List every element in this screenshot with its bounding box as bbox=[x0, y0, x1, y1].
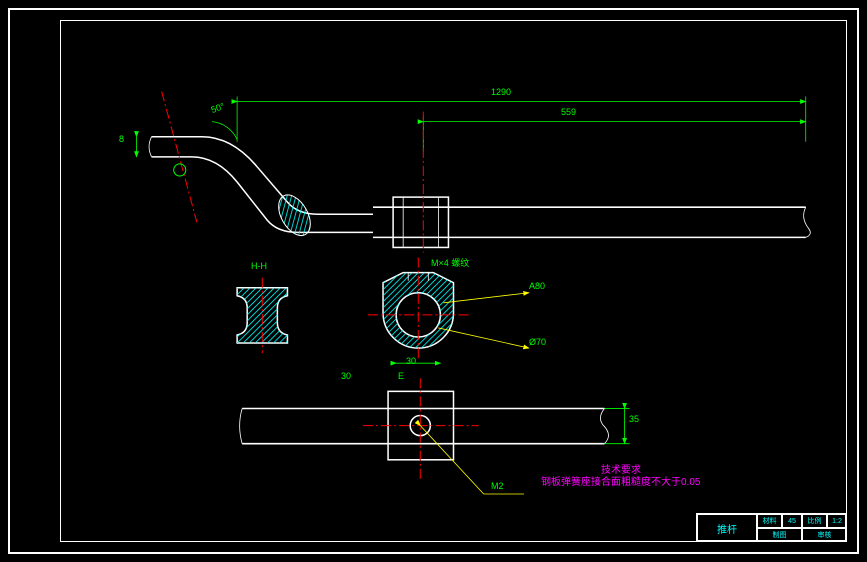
cad-drawing bbox=[61, 21, 846, 524]
dim-bottom-w: 35 bbox=[629, 414, 639, 424]
tb-mat-label: 材料 bbox=[757, 514, 782, 528]
dim-overall: 1290 bbox=[491, 87, 511, 97]
dim-sub: 559 bbox=[561, 107, 576, 117]
tb-scale: 1:2 bbox=[827, 514, 847, 528]
tb-mat: 45 bbox=[782, 514, 802, 528]
tech-req-line1: 钢板弹簧座接合面粗糙度不大于0.05 bbox=[541, 473, 700, 488]
tb-drawn: 制图 bbox=[757, 528, 802, 542]
section-label: H-H bbox=[251, 261, 267, 271]
dim-left-h: 8 bbox=[119, 134, 124, 144]
callout-b: Ø70 bbox=[529, 337, 546, 347]
tb-scale-label: 比例 bbox=[802, 514, 827, 528]
callout-a: A80 bbox=[529, 281, 545, 291]
dim-bottom-sub: 30 bbox=[341, 371, 351, 381]
tb-partname: 推杆 bbox=[697, 514, 757, 542]
dim-bottom-dia: M2 bbox=[491, 481, 504, 491]
dim-bottom-e: E bbox=[398, 371, 404, 381]
tb-checked: 审核 bbox=[802, 528, 847, 542]
inner-border: 1290 559 8 50° H-H 30 M×4 螺纹 A80 Ø70 35 … bbox=[60, 20, 847, 542]
title-block: 推杆 材料 45 比例 1:2 制图 审核 bbox=[696, 513, 846, 541]
hole-label: M×4 螺纹 bbox=[431, 256, 469, 269]
dim-section-w: 30 bbox=[406, 356, 416, 366]
